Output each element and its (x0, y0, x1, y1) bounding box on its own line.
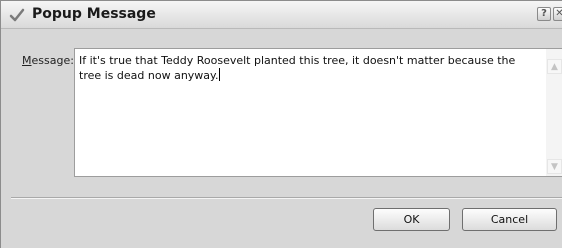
popup-message-dialog: Popup Message ? ✕ Message: If it's true … (0, 0, 562, 248)
message-label-accesskey: M (22, 54, 32, 67)
checkmark-icon (9, 7, 25, 23)
ok-button[interactable]: OK (373, 208, 450, 231)
message-text[interactable]: If it's true that Teddy Roosevelt plante… (79, 54, 539, 83)
window-title: Popup Message (32, 6, 156, 22)
scroll-up-icon[interactable]: ▲ (547, 59, 562, 74)
close-button[interactable]: ✕ (553, 7, 562, 21)
cancel-button[interactable]: Cancel (462, 208, 557, 231)
text-caret (219, 68, 221, 81)
vertical-scrollbar[interactable]: ▲ ▼ (546, 49, 562, 176)
message-label-text: essage: (31, 54, 74, 67)
title-bar[interactable]: Popup Message ? ✕ (1, 1, 562, 29)
message-label: Message: (22, 54, 74, 67)
message-text-content: If it's true that Teddy Roosevelt plante… (79, 54, 516, 82)
separator (11, 197, 562, 199)
help-button[interactable]: ? (537, 7, 551, 21)
scroll-down-icon[interactable]: ▼ (547, 159, 562, 174)
message-textarea[interactable]: If it's true that Teddy Roosevelt plante… (74, 48, 562, 177)
